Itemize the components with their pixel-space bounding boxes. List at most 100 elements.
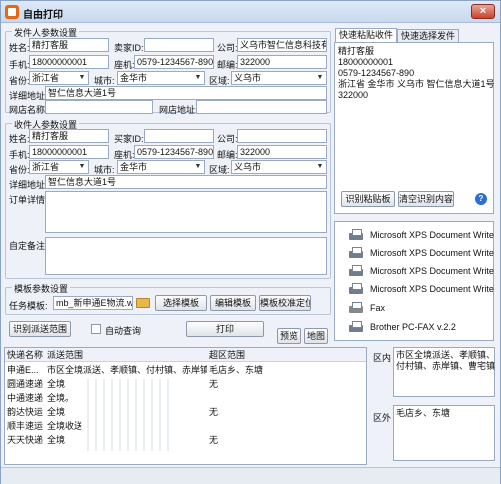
sender-seller-label: 卖家ID:	[114, 43, 144, 53]
recognize-clipboard-button[interactable]: 识别粘贴板	[341, 191, 395, 207]
task-template-input[interactable]: mb_新申通E物流.wml	[53, 296, 133, 310]
receiver-name-input[interactable]: 精打客服	[29, 129, 109, 143]
preview-button[interactable]: 预览	[277, 328, 301, 344]
receiver-zip-input[interactable]: 322000	[237, 145, 327, 159]
table-row[interactable]: 天天快递 全境 无	[5, 433, 366, 447]
cell-courier: 中通速递	[7, 393, 44, 403]
fax-icon	[347, 301, 365, 315]
printer-item[interactable]: Brother PC-FAX v.2.2	[347, 318, 456, 336]
table-row[interactable]: 中通速递 全境。	[5, 391, 366, 405]
col-header: 超区范围	[209, 350, 246, 360]
sender-province-label: 省份:	[9, 76, 30, 86]
sender-company-input[interactable]: 义乌市智仁信息科技有	[237, 38, 327, 52]
sender-phone-label: 座机:	[114, 60, 135, 70]
clear-recognized-button[interactable]: 清空识别内容	[398, 191, 454, 207]
printer-item[interactable]: Microsoft XPS Document Write	[347, 262, 494, 280]
cell-outer: 毛店乡、东塘	[209, 365, 264, 375]
table-row[interactable]: 圆通速递 全境 无	[5, 377, 366, 391]
map-button[interactable]: 地图	[304, 328, 328, 344]
printer-item[interactable]: Fax	[347, 299, 385, 317]
receiver-city-select[interactable]: 金华市 ▼	[117, 160, 205, 174]
folder-icon[interactable]	[136, 298, 150, 308]
printer-name: Microsoft XPS Document Write	[370, 230, 494, 240]
printer-name: Fax	[370, 303, 386, 313]
receiver-province-value: 浙江省	[32, 162, 60, 172]
task-template-label: 任务模板:	[9, 301, 48, 311]
cell-outer: 无	[209, 407, 219, 417]
chevron-down-icon: ▼	[316, 163, 324, 170]
receiver-company-input[interactable]	[237, 129, 327, 143]
app-icon	[5, 5, 19, 19]
sender-name-input[interactable]: 精打客服	[29, 38, 109, 52]
sender-district-value: 义乌市	[234, 73, 262, 83]
receiver-province-select[interactable]: 浙江省 ▼	[29, 160, 89, 174]
inner-area-text: 市区全境派送、孝顺镇、 付村镇、赤岸镇、曹宅镇	[393, 347, 495, 397]
auto-query-checkbox[interactable]	[91, 324, 101, 334]
receiver-district-value: 义乌市	[234, 162, 262, 172]
sender-city-select[interactable]: 金华市 ▼	[117, 71, 205, 85]
remark-textarea[interactable]	[45, 237, 327, 275]
cell-courier: 天天快递	[7, 435, 44, 445]
tab-paste-receiver[interactable]: 快速粘贴收件人	[335, 28, 397, 53]
sender-province-value: 浙江省	[32, 73, 60, 83]
cell-outer: 无	[209, 435, 219, 445]
sender-seller-input[interactable]	[144, 38, 214, 52]
cell-courier: 申通E...	[7, 365, 39, 375]
inner-area-label: 区内	[373, 353, 392, 363]
col-header: 派送范围	[47, 350, 84, 360]
paste-textarea[interactable]: 精打客服 18000000001 0579-1234567-890 浙江省 金华…	[336, 44, 495, 184]
close-button[interactable]: ×	[471, 4, 495, 19]
printer-item[interactable]: Microsoft XPS Document Write	[347, 226, 494, 244]
sender-address-label: 详细地址:	[9, 91, 48, 101]
tab-choose-sender[interactable]: 快速选择发件人	[397, 29, 459, 54]
printer-name: Microsoft XPS Document Write	[370, 284, 494, 294]
table-row[interactable]: 申通E... 市区全境派送、孝顺镇、付村镇、赤岸镇、... 毛店乡、东塘	[5, 363, 366, 377]
status-bar	[1, 467, 500, 484]
recognize-range-button[interactable]: 识别派送范围	[9, 321, 71, 337]
sender-district-select[interactable]: 义乌市 ▼	[231, 71, 327, 85]
chevron-down-icon: ▼	[78, 74, 86, 81]
order-detail-textarea[interactable]	[45, 191, 327, 233]
sender-zip-label: 邮编:	[217, 60, 238, 70]
printer-list: Microsoft XPS Document Write Microsoft X…	[334, 221, 494, 341]
help-icon[interactable]: ?	[475, 193, 487, 205]
receiver-province-label: 省份:	[9, 165, 30, 175]
courier-table: 快递名称 派送范围 超区范围 申通E... 市区全境派送、孝顺镇、付村镇、赤岸镇…	[4, 347, 367, 465]
sender-address-input[interactable]: 智仁信息大道1号	[45, 86, 327, 100]
printer-item[interactable]: Microsoft XPS Document Write	[347, 280, 494, 298]
sender-shop-url-input[interactable]	[196, 100, 327, 114]
table-row[interactable]: 顺丰速运 全境收送	[5, 419, 366, 433]
sender-province-select[interactable]: 浙江省 ▼	[29, 71, 89, 85]
redacted-area	[81, 379, 171, 451]
choose-template-button[interactable]: 选择模板	[155, 295, 207, 311]
chevron-down-icon: ▼	[194, 74, 202, 81]
receiver-address-input[interactable]: 智仁信息大道1号	[45, 175, 327, 189]
title-bar: 自由打印 ×	[1, 1, 500, 23]
receiver-district-select[interactable]: 义乌市 ▼	[231, 160, 327, 174]
printer-item[interactable]: Microsoft XPS Document Write	[347, 244, 494, 262]
edit-template-button[interactable]: 编辑模板	[210, 295, 256, 311]
auto-query-label: 自动查询	[105, 326, 142, 336]
printer-name: Microsoft XPS Document Write	[370, 266, 494, 276]
cell-courier: 韵达快运	[7, 407, 44, 417]
sender-shop-input[interactable]	[45, 100, 153, 114]
table-row[interactable]: 韵达快运 全境 无	[5, 405, 366, 419]
sender-zip-input[interactable]: 322000	[237, 55, 327, 69]
printer-icon	[347, 282, 365, 296]
paste-line: 0579-1234567-890	[338, 68, 415, 78]
outer-area-text: 毛店乡、东塘	[393, 405, 495, 461]
cell-courier: 圆通速递	[7, 379, 44, 389]
cell-range: 市区全境派送、孝顺镇、付村镇、赤岸镇、...	[47, 365, 207, 375]
calibrate-template-button[interactable]: 模板校准定位	[259, 295, 311, 311]
receiver-buyer-label: 买家ID:	[114, 134, 144, 144]
printer-icon	[347, 246, 365, 260]
receiver-buyer-input[interactable]	[144, 129, 214, 143]
print-button[interactable]: 打印	[186, 321, 264, 337]
sender-mobile-input[interactable]: 18000000001	[29, 55, 109, 69]
table-header: 快递名称 派送范围 超区范围	[5, 348, 366, 362]
sender-phone-input[interactable]: 0579-1234567-890	[134, 55, 214, 69]
sender-name-label: 姓名:	[9, 43, 30, 53]
receiver-phone-input[interactable]: 0579-1234567-890	[134, 145, 214, 159]
receiver-mobile-input[interactable]: 18000000001	[29, 145, 109, 159]
inner-area-line: 付村镇、赤岸镇、曹宅镇	[396, 361, 496, 371]
